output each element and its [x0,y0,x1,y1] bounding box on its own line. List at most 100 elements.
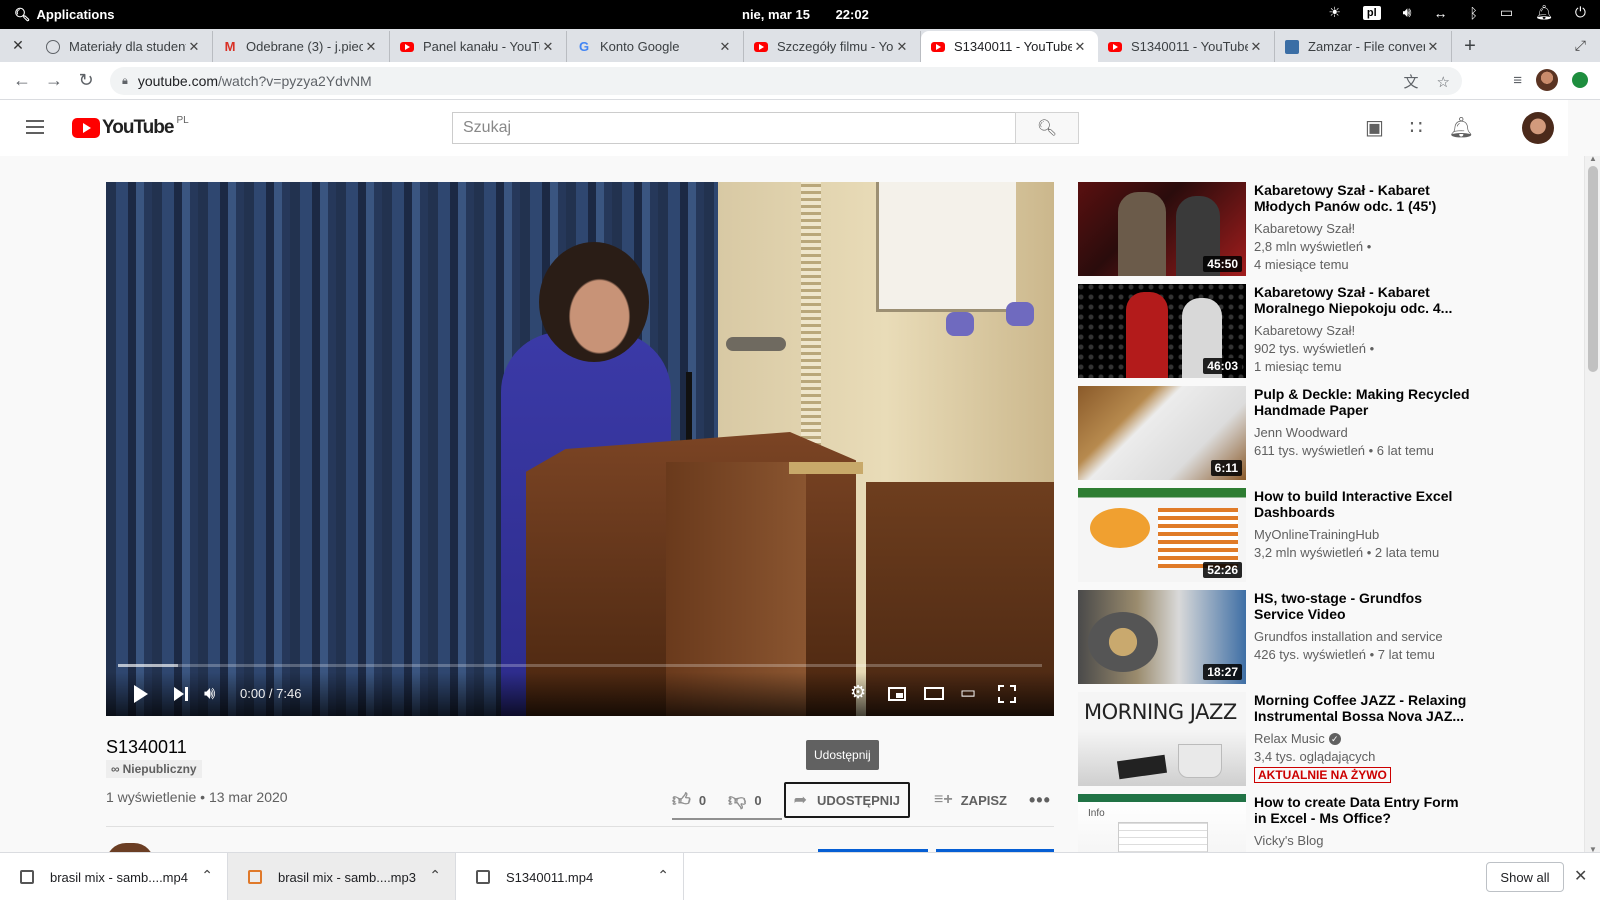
tab-close-icon[interactable]: ✕ [540,39,556,55]
theater-mode-button[interactable] [924,687,944,700]
tab-konto-google[interactable]: G Konto Google ✕ [567,31,744,62]
rec-item[interactable]: 18:27 HS, two-stage - Grundfos Service V… [1078,590,1478,692]
like-button[interactable]: 👍︎ 0 [672,789,706,811]
tab-panel-kanalu[interactable]: Panel kanału - YouTube ✕ [390,31,567,62]
lock-icon[interactable]: 🔒︎ [122,75,128,88]
apps-grid-icon[interactable]: ∷ [1410,115,1423,140]
tab-close-icon[interactable]: ✕ [186,39,202,55]
power-icon[interactable]: ⏻ [1575,4,1586,21]
bookmark-star-icon[interactable]: ☆ [1437,73,1450,91]
rec-channel[interactable]: Kabaretowy Szał! [1254,322,1474,340]
chevron-up-icon[interactable]: ⌃ [429,867,441,884]
tab-close-icon[interactable]: ✕ [363,39,379,55]
profile-avatar[interactable] [1536,69,1558,91]
create-video-icon[interactable]: ▣ [1365,115,1384,140]
tab-s1340011[interactable]: S1340011 - YouTube ✕ [1098,31,1275,62]
tab-close-icon[interactable]: ✕ [1425,39,1441,55]
rec-title[interactable]: How to create Data Entry Form in Excel -… [1254,794,1474,826]
account-avatar[interactable] [1522,112,1554,144]
video-thumbnail[interactable]: 45:50 [1078,182,1246,276]
rec-item[interactable]: 45:50 Kabaretowy Szał - Kabaret Młodych … [1078,182,1478,284]
video-progress-bar[interactable] [118,664,1042,667]
tab-close-icon[interactable]: ✕ [1072,39,1088,55]
cast-button[interactable]: ▭ [960,682,976,703]
scroll-up-arrow[interactable]: ▲ [1589,154,1597,163]
miniplayer-button[interactable] [888,687,906,701]
video-thumbnail[interactable]: 18:27 [1078,590,1246,684]
close-downloads-icon[interactable]: ✕ [1574,866,1587,886]
applications-menu[interactable]: 🔍︎ Applications [0,7,115,23]
address-bar[interactable]: 🔒︎ youtube.com/watch?v=pyzya2YdvNM 文 ☆ [110,67,1462,95]
battery-icon[interactable]: ▭ [1500,4,1513,21]
chevron-up-icon[interactable]: ⌃ [201,867,213,884]
rec-channel[interactable]: Vicky's Blog [1254,832,1474,850]
rec-channel[interactable]: Kabaretowy Szał! [1254,220,1474,238]
tab-close-icon[interactable]: ✕ [717,39,733,55]
download-item[interactable]: brasil mix - samb....mp4 ⌃ [0,853,228,900]
volume-button[interactable]: 🔊︎ [204,683,215,704]
chevron-up-icon[interactable]: ⌃ [657,867,669,884]
fullscreen-button[interactable] [998,685,1016,703]
search-input[interactable]: Szukaj [452,112,1015,144]
tab-materialy[interactable]: Materiały dla studentów ✕ [36,31,213,62]
bluetooth-icon[interactable]: ᛒ [1470,5,1478,21]
rec-title[interactable]: Kabaretowy Szał - Kabaret Moralnego Niep… [1254,284,1474,316]
rec-item[interactable]: Info How to create Data Entry Form in Ex… [1078,794,1478,852]
show-all-downloads-button[interactable]: Show all [1486,862,1564,892]
share-button[interactable]: ➦ UDOSTĘPNIJ [783,782,911,818]
video-thumbnail[interactable]: Info [1078,794,1246,852]
rec-title[interactable]: How to build Interactive Excel Dashboard… [1254,488,1474,520]
rec-item[interactable]: 52:26 How to build Interactive Excel Das… [1078,488,1478,590]
rec-item[interactable]: MORNING JAZZ Morning Coffee JAZZ - Relax… [1078,692,1478,794]
video-thumbnail[interactable]: 46:03 [1078,284,1246,378]
settings-button[interactable]: ⚙ [850,682,866,703]
network-icon[interactable]: ↔ [1434,5,1448,21]
rec-title[interactable]: Morning Coffee JAZZ - Relaxing Instrumen… [1254,692,1474,724]
play-button[interactable] [134,685,148,703]
scrollbar-thumb[interactable] [1588,166,1598,372]
translate-icon[interactable]: 文 [1404,71,1419,92]
save-button[interactable]: ≡+ ZAPISZ [934,791,1007,809]
close-icon[interactable]: ✕ [0,29,36,62]
keyboard-layout-indicator[interactable]: pl [1362,5,1381,20]
forward-button[interactable]: → [38,70,70,91]
rec-channel[interactable]: Grundfos installation and service [1254,628,1474,646]
tab-close-icon[interactable]: ✕ [1248,39,1264,55]
tab-szczegoly-filmu[interactable]: Szczegóły filmu - YouTube ✕ [744,31,921,62]
menu-icon[interactable] [26,120,44,138]
tab-zamzar[interactable]: Zamzar - File conversion ✕ [1275,31,1452,62]
download-item[interactable]: S1340011.mp4 ⌃ [456,853,684,900]
video-thumbnail[interactable]: 52:26 [1078,488,1246,582]
video-thumbnail[interactable]: 6:11 [1078,386,1246,480]
rec-title[interactable]: Pulp & Deckle: Making Recycled Handmade … [1254,386,1474,418]
notifications-bell-icon[interactable]: 🔔︎ [1449,115,1474,140]
more-actions-button[interactable]: ••• [1029,790,1051,811]
dislike-button[interactable]: 👎︎ 0 [728,789,762,811]
youtube-logo[interactable]: YouTube PL [72,115,189,139]
video-player[interactable]: 🔊︎ 0:00 / 7:46 ⚙ ▭ [106,182,1054,716]
rec-item[interactable]: 6:11 Pulp & Deckle: Making Recycled Hand… [1078,386,1478,488]
reload-button[interactable]: ↻ [70,70,102,91]
rec-item[interactable]: 46:03 Kabaretowy Szał - Kabaret Moralneg… [1078,284,1478,386]
rec-title[interactable]: Kabaretowy Szał - Kabaret Młodych Panów … [1254,182,1474,214]
tab-close-icon[interactable]: ✕ [894,39,910,55]
download-item[interactable]: brasil mix - samb....mp3 ⌃ [228,853,456,900]
brightness-icon[interactable]: ☀ [1328,4,1341,21]
back-button[interactable]: ← [6,70,38,91]
new-tab-button[interactable]: + [1452,31,1488,62]
notifications-icon[interactable]: 🔔︎ [1535,4,1553,21]
tab-gmail[interactable]: M Odebrane (3) - j.piec ✕ [213,31,390,62]
rec-channel[interactable]: Jenn Woodward [1254,424,1474,442]
rec-title[interactable]: HS, two-stage - Grundfos Service Video [1254,590,1474,622]
volume-icon[interactable]: 🔊︎ [1403,4,1412,21]
next-button[interactable] [174,687,188,701]
clock[interactable]: nie, mar 15 22:02 [742,7,891,22]
rec-channel[interactable]: Relax Music ✓ [1254,730,1474,748]
expand-icon[interactable]: ⤢ [1575,37,1586,54]
rec-channel[interactable]: MyOnlineTrainingHub [1254,526,1474,544]
search-button[interactable]: 🔍︎ [1015,112,1079,144]
video-thumbnail[interactable]: MORNING JAZZ [1078,692,1246,786]
extension-icon[interactable] [1572,72,1588,88]
page-scrollbar[interactable]: ▲ ▼ [1584,154,1600,854]
media-queue-icon[interactable]: ≡ [1513,72,1522,89]
